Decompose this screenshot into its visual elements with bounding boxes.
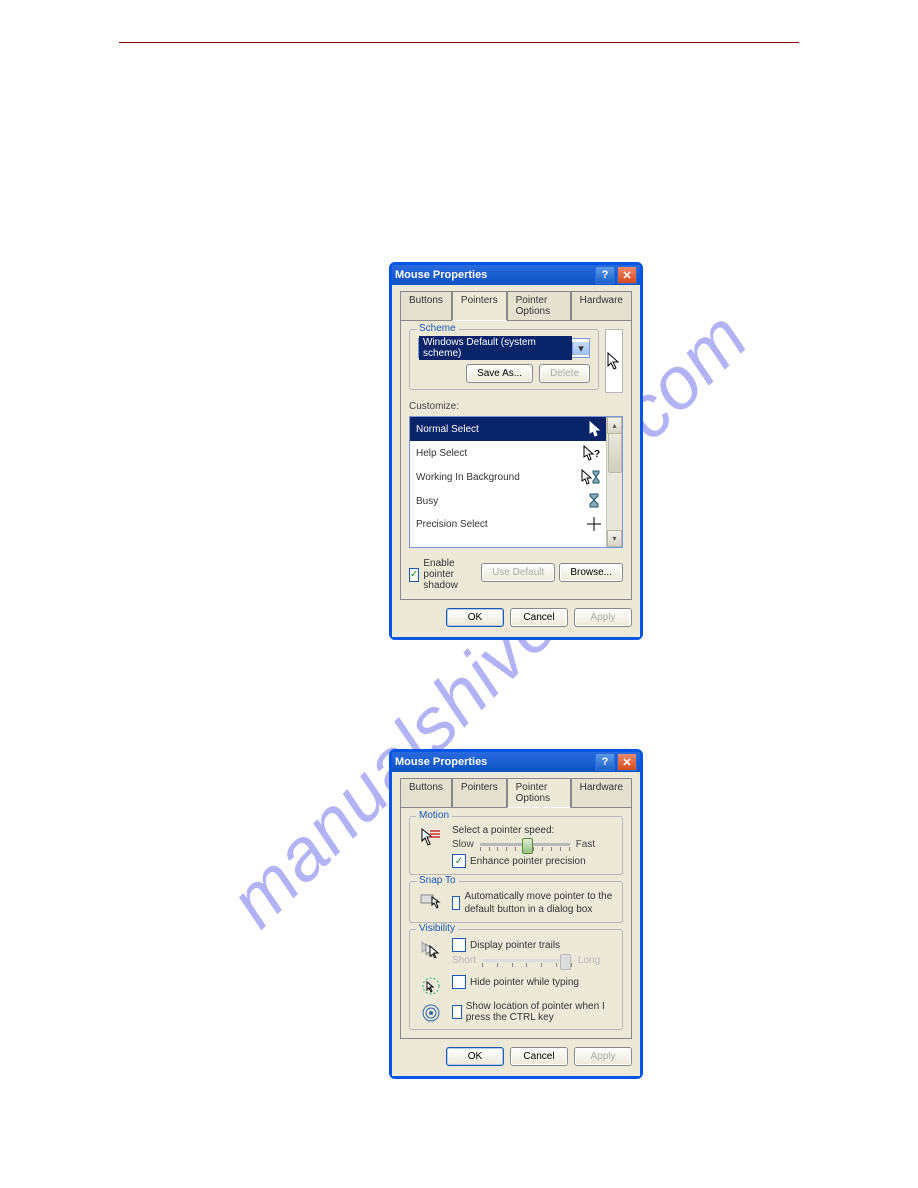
list-item[interactable]: Busy <box>410 489 607 513</box>
close-button[interactable]: ✕ <box>617 753 637 771</box>
trails-checkbox[interactable] <box>452 938 466 952</box>
hide-pointer-label: Hide pointer while typing <box>470 977 579 988</box>
cursor-arrow-icon <box>589 421 601 437</box>
scroll-up-button[interactable]: ▴ <box>607 417 622 434</box>
cursor-arrow-icon <box>607 352 621 370</box>
scheme-legend: Scheme <box>416 323 459 334</box>
speed-slider[interactable] <box>480 843 570 846</box>
browse-button[interactable]: Browse... <box>559 563 623 582</box>
dialog-mouse-properties-pointer-options: Mouse Properties ? ✕ Buttons Pointers Po… <box>389 749 643 1079</box>
pointer-listbox[interactable]: Normal Select Help Select ? Working In B… <box>409 416 623 548</box>
page: .com manualshive Mouse Properties ? ✕ Bu… <box>0 0 918 1188</box>
window-title: Mouse Properties <box>395 756 487 768</box>
save-as-button[interactable]: Save As... <box>466 364 533 383</box>
tab-pointer-options[interactable]: Pointer Options <box>507 291 571 321</box>
tab-buttons[interactable]: Buttons <box>400 778 452 808</box>
visibility-legend: Visibility <box>416 923 458 934</box>
tab-pointer-options[interactable]: Pointer Options <box>507 778 571 808</box>
snap-to-checkbox[interactable] <box>452 896 460 910</box>
list-item[interactable]: Help Select ? <box>410 441 607 465</box>
tabs: Buttons Pointers Pointer Options Hardwar… <box>400 778 632 808</box>
scrollbar[interactable]: ▴ ▾ <box>606 417 622 547</box>
trails-label: Display pointer trails <box>470 940 560 951</box>
snap-legend: Snap To <box>416 875 459 886</box>
close-button[interactable]: ✕ <box>617 266 637 284</box>
titlebar[interactable]: Mouse Properties ? ✕ <box>392 265 640 285</box>
long-label: Long <box>578 955 600 966</box>
hide-pointer-checkbox[interactable] <box>452 975 466 989</box>
svg-text:?: ? <box>594 449 600 460</box>
cursor-busy-icon <box>589 493 601 509</box>
snap-to-label: Automatically move pointer to the defaul… <box>464 890 614 916</box>
help-button[interactable]: ? <box>595 266 615 284</box>
ok-button[interactable]: OK <box>446 1047 504 1066</box>
scroll-down-button[interactable]: ▾ <box>607 530 622 547</box>
speed-label: Select a pointer speed: <box>452 825 614 836</box>
cancel-button[interactable]: Cancel <box>510 1047 568 1066</box>
use-default-button: Use Default <box>481 563 555 582</box>
tab-buttons[interactable]: Buttons <box>400 291 452 321</box>
list-item[interactable]: Normal Select <box>410 417 607 441</box>
scroll-thumb[interactable] <box>608 433 622 473</box>
dropdown-arrow-icon: ▾ <box>572 342 589 355</box>
cursor-precision-icon <box>587 517 601 531</box>
header-rule <box>119 42 799 44</box>
tabs: Buttons Pointers Pointer Options Hardwar… <box>400 291 632 321</box>
customize-label: Customize: <box>409 401 623 412</box>
tab-pointers[interactable]: Pointers <box>452 778 507 808</box>
cursor-help-icon: ? <box>583 445 601 461</box>
enhance-precision-checkbox[interactable]: ✓ <box>452 854 466 868</box>
short-label: Short <box>452 955 476 966</box>
cursor-working-icon <box>581 469 601 485</box>
delete-button: Delete <box>539 364 590 383</box>
ctrl-location-checkbox[interactable] <box>452 1005 462 1019</box>
scheme-selected: Windows Default (system scheme) <box>419 336 572 360</box>
apply-button: Apply <box>574 1047 632 1066</box>
enhance-precision-label: Enhance pointer precision <box>470 856 586 867</box>
pointer-speed-icon <box>420 827 442 847</box>
dialog-mouse-properties-pointers: Mouse Properties ? ✕ Buttons Pointers Po… <box>389 262 643 640</box>
ctrl-location-icon <box>420 1003 442 1023</box>
pointer-trails-icon <box>420 940 442 958</box>
trails-slider <box>482 959 572 962</box>
titlebar[interactable]: Mouse Properties ? ✕ <box>392 752 640 772</box>
list-item[interactable]: Precision Select <box>410 513 607 535</box>
slow-label: Slow <box>452 839 474 850</box>
snap-to-icon <box>420 892 442 910</box>
list-item[interactable]: Working In Background <box>410 465 607 489</box>
fast-label: Fast <box>576 839 595 850</box>
cancel-button[interactable]: Cancel <box>510 608 568 627</box>
apply-button: Apply <box>574 608 632 627</box>
pointer-preview <box>605 329 623 393</box>
enable-shadow-checkbox[interactable]: ✓ <box>409 568 419 582</box>
window-title: Mouse Properties <box>395 269 487 281</box>
tab-pointers[interactable]: Pointers <box>452 291 507 321</box>
tab-hardware[interactable]: Hardware <box>571 778 632 808</box>
hide-pointer-icon <box>420 977 442 995</box>
motion-legend: Motion <box>416 810 452 821</box>
ctrl-location-label: Show location of pointer when I press th… <box>466 1001 614 1023</box>
scheme-select[interactable]: Windows Default (system scheme) ▾ <box>418 338 590 358</box>
tab-hardware[interactable]: Hardware <box>571 291 632 321</box>
help-button[interactable]: ? <box>595 753 615 771</box>
enable-shadow-label: Enable pointer shadow <box>423 558 481 591</box>
ok-button[interactable]: OK <box>446 608 504 627</box>
